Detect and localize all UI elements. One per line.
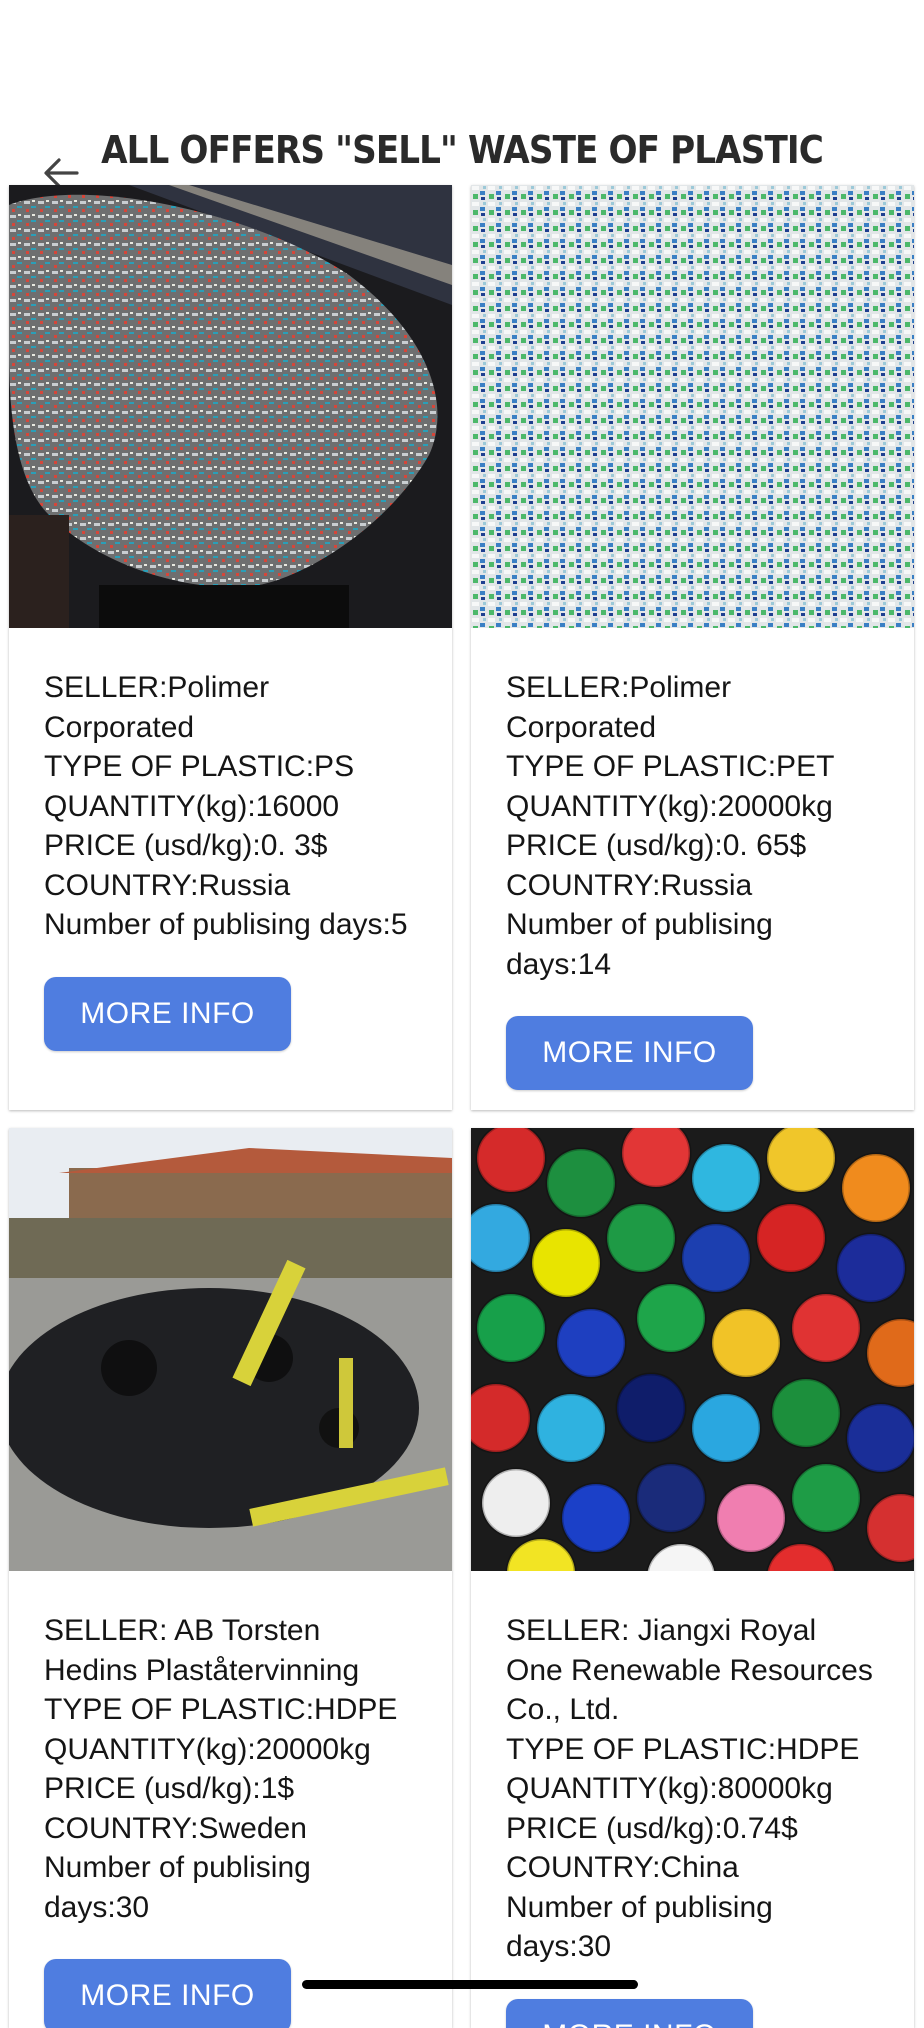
plastic-type-text: TYPE OF PLASTIC:PET (506, 747, 879, 787)
quantity-text: QUANTITY(kg):20000kg (506, 787, 879, 827)
page-title: ALL OFFERS "SELL" WASTE OF PLASTIC (46, 128, 878, 172)
offer-details: SELLER:Polimer Corporated TYPE OF PLASTI… (471, 628, 914, 1090)
bottle-caps-image (471, 1128, 914, 1571)
country-text: COUNTRY:China (506, 1848, 879, 1888)
offer-details: SELLER: Jiangxi Royal One Renewable Reso… (471, 1571, 914, 2028)
plastic-type-text: TYPE OF PLASTIC:PS (44, 747, 417, 787)
price-text: PRICE (usd/kg):0.74$ (506, 1809, 879, 1849)
more-info-button[interactable]: MORE INFO (506, 1999, 753, 2028)
hdpe-pipes-image (9, 1128, 452, 1571)
more-info-button[interactable]: MORE INFO (44, 977, 291, 1051)
home-indicator (302, 1980, 638, 1989)
seller-text: SELLER:Polimer Corporated (506, 668, 879, 747)
offer-card: SELLER:Polimer Corporated TYPE OF PLASTI… (9, 185, 452, 1110)
offer-card: SELLER: AB Torsten Hedins Plaståtervinni… (9, 1128, 452, 2028)
quantity-text: QUANTITY(kg):20000kg (44, 1730, 417, 1770)
quantity-text: QUANTITY(kg):80000kg (506, 1769, 879, 1809)
quantity-text: QUANTITY(kg):16000 (44, 787, 417, 827)
country-text: COUNTRY:Russia (44, 866, 417, 906)
more-info-button[interactable]: MORE INFO (44, 1959, 291, 2028)
price-text: PRICE (usd/kg):1$ (44, 1769, 417, 1809)
country-text: COUNTRY:Russia (506, 866, 879, 906)
plastic-type-text: TYPE OF PLASTIC:HDPE (506, 1730, 879, 1770)
price-text: PRICE (usd/kg):0. 3$ (44, 826, 417, 866)
seller-text: SELLER: AB Torsten Hedins Plaståtervinni… (44, 1611, 417, 1690)
publishing-days-text: Number of publising days:5 (44, 905, 417, 945)
publishing-days-text: Number of publising days:30 (506, 1888, 879, 1967)
pet-flakes-image (471, 185, 914, 628)
publishing-days-text: Number of publising days:14 (506, 905, 879, 984)
offer-details: SELLER:Polimer Corporated TYPE OF PLASTI… (9, 628, 452, 1051)
offer-card: SELLER: Jiangxi Royal One Renewable Reso… (471, 1128, 914, 2028)
seller-text: SELLER:Polimer Corporated (44, 668, 417, 747)
country-text: COUNTRY:Sweden (44, 1809, 417, 1849)
offer-card: SELLER:Polimer Corporated TYPE OF PLASTI… (471, 185, 914, 1110)
price-text: PRICE (usd/kg):0. 65$ (506, 826, 879, 866)
plastic-type-text: TYPE OF PLASTIC:HDPE (44, 1690, 417, 1730)
more-info-button[interactable]: MORE INFO (506, 1016, 753, 1090)
plastic-shreds-image (9, 185, 452, 628)
seller-text: SELLER: Jiangxi Royal One Renewable Reso… (506, 1611, 879, 1730)
offer-details: SELLER: AB Torsten Hedins Plaståtervinni… (9, 1571, 452, 2028)
publishing-days-text: Number of publising days:30 (44, 1848, 417, 1927)
